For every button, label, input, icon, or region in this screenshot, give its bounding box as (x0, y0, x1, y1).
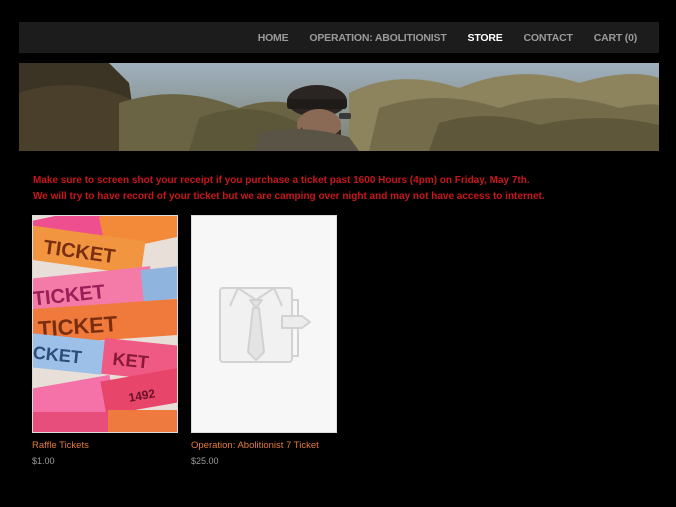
product-price: $1.00 (32, 456, 55, 466)
nav-menu: HOME OPERATION: ABOLITIONIST STORE CONTA… (258, 22, 638, 53)
product-card-operation-abolitionist-ticket[interactable]: Operation: Abolitionist 7 Ticket $25.00 (191, 215, 337, 466)
nav-contact[interactable]: CONTACT (524, 32, 573, 44)
product-card-raffle-tickets[interactable]: TICKET TICKET TICKET ICKET KET 1492 Raff… (32, 215, 178, 466)
product-image-placeholder[interactable] (191, 215, 337, 433)
raffle-tickets-photo: TICKET TICKET TICKET ICKET KET 1492 (33, 216, 177, 432)
notice-line-1: Make sure to screen shot your receipt if… (33, 175, 530, 186)
store-notice: Make sure to screen shot your receipt if… (33, 173, 653, 205)
nav-store[interactable]: STORE (468, 32, 503, 44)
nav-operation-abolitionist[interactable]: OPERATION: ABOLITIONIST (309, 32, 446, 44)
product-title[interactable]: Raffle Tickets (32, 440, 178, 451)
banner-photo (19, 63, 659, 151)
hero-banner-image (19, 63, 659, 151)
product-image-raffle-tickets[interactable]: TICKET TICKET TICKET ICKET KET 1492 (32, 215, 178, 433)
product-title[interactable]: Operation: Abolitionist 7 Ticket (191, 440, 337, 451)
notice-line-2: We will try to have record of your ticke… (33, 191, 545, 202)
svg-text:KET: KET (112, 349, 150, 373)
nav-home[interactable]: HOME (258, 32, 289, 44)
product-price: $25.00 (191, 456, 219, 466)
nav-cart[interactable]: CART (0) (594, 32, 638, 44)
top-navbar: HOME OPERATION: ABOLITIONIST STORE CONTA… (19, 22, 659, 53)
placeholder-shirt-icon (192, 216, 336, 432)
